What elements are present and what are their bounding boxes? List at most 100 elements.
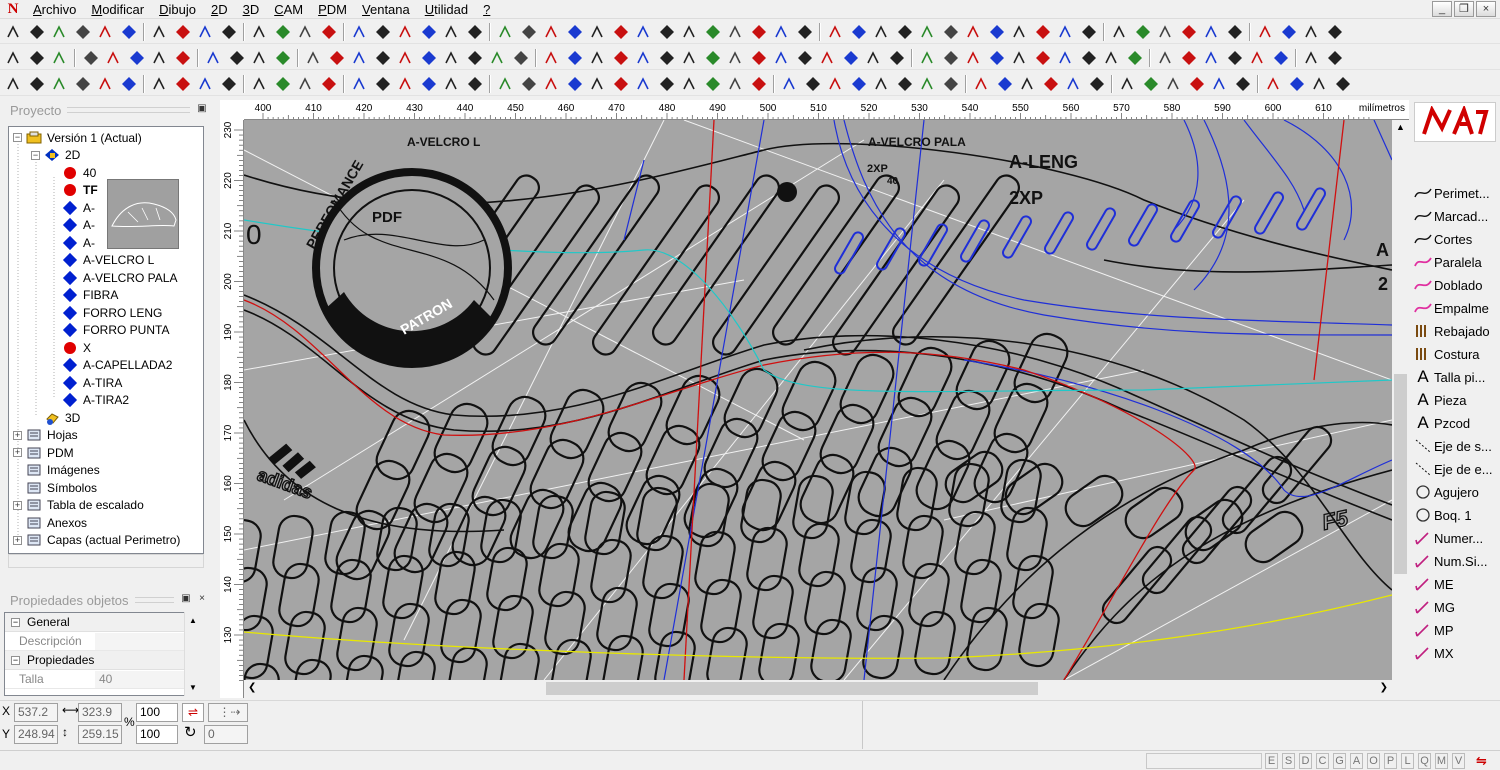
tb3-tool-16-icon[interactable] <box>394 73 417 95</box>
tb2-tool-50-icon[interactable] <box>1200 47 1223 69</box>
tb2-tool-25-icon[interactable] <box>609 47 632 69</box>
status-toggle[interactable]: O <box>1367 753 1380 769</box>
tb1-tool-19-icon[interactable] <box>463 21 486 43</box>
minimize-icon[interactable]: _ <box>1432 1 1452 17</box>
tree-item[interactable]: − 2D <box>31 147 80 165</box>
tb1-tool-28-icon[interactable] <box>678 21 701 43</box>
tb2-tool-8-icon[interactable] <box>202 47 225 69</box>
tb3-tool-33-icon[interactable] <box>801 73 824 95</box>
tb3-tool-8-icon[interactable] <box>194 73 217 95</box>
tree-item[interactable]: A- <box>49 217 95 235</box>
tb1-tool-3-icon[interactable] <box>71 21 94 43</box>
tree-item[interactable]: − Versión 1 (Actual) <box>13 129 142 147</box>
tb1-tool-38-icon[interactable] <box>916 21 939 43</box>
tb3-tool-1-icon[interactable] <box>25 73 48 95</box>
tb1-tool-53-icon[interactable] <box>1277 21 1300 43</box>
menu-item-9[interactable]: ? <box>476 0 498 19</box>
tb3-tool-11-icon[interactable] <box>271 73 294 95</box>
panel-pin-icon[interactable]: ▣ <box>180 594 192 606</box>
tb3-tool-25-icon[interactable] <box>609 73 632 95</box>
tb3-tool-41-icon[interactable] <box>993 73 1016 95</box>
tb1-tool-34-icon[interactable] <box>824 21 847 43</box>
tree-expander-icon[interactable]: + <box>13 500 22 510</box>
tb2-tool-9-icon[interactable] <box>225 47 248 69</box>
menu-item-0[interactable]: Archivo <box>26 0 84 19</box>
tb3-tool-36-icon[interactable] <box>870 73 893 95</box>
y-coordinate-field[interactable]: 248.94 <box>14 725 58 744</box>
tb2-tool-11-icon[interactable] <box>271 47 294 69</box>
tb1-tool-29-icon[interactable] <box>701 21 724 43</box>
status-toggle[interactable]: A <box>1350 753 1363 769</box>
tb1-tool-52-icon[interactable] <box>1254 21 1277 43</box>
tb2-tool-33-icon[interactable] <box>793 47 816 69</box>
tree-item[interactable]: A-CAPELLADA2 <box>49 357 172 375</box>
tool-item[interactable]: ME <box>1412 573 1500 595</box>
tb3-tool-47-icon[interactable] <box>1139 73 1162 95</box>
tb3-tool-55-icon[interactable] <box>1331 73 1354 95</box>
tb3-tool-23-icon[interactable] <box>563 73 586 95</box>
status-toggle[interactable]: L <box>1401 753 1414 769</box>
tb1-tool-7-icon[interactable] <box>171 21 194 43</box>
app-logo-icon[interactable]: N <box>0 0 26 19</box>
tb2-tool-29-icon[interactable] <box>701 47 724 69</box>
tb1-tool-35-icon[interactable] <box>847 21 870 43</box>
tree-item[interactable]: TF <box>49 182 98 200</box>
tb1-tool-1-icon[interactable] <box>25 21 48 43</box>
tb3-tool-43-icon[interactable] <box>1039 73 1062 95</box>
tb2-tool-27-icon[interactable] <box>655 47 678 69</box>
tb3-tool-10-icon[interactable] <box>248 73 271 95</box>
tb1-tool-24-icon[interactable] <box>586 21 609 43</box>
tb1-tool-39-icon[interactable] <box>939 21 962 43</box>
tb2-tool-17-icon[interactable] <box>417 47 440 69</box>
tb3-tool-3-icon[interactable] <box>71 73 94 95</box>
tb2-tool-45-icon[interactable] <box>1077 47 1100 69</box>
tb3-tool-13-icon[interactable] <box>317 73 340 95</box>
tb2-tool-40-icon[interactable] <box>962 47 985 69</box>
rotation-field[interactable]: 0 <box>204 725 248 744</box>
tb3-tool-37-icon[interactable] <box>893 73 916 95</box>
tb2-tool-13-icon[interactable] <box>325 47 348 69</box>
tb3-tool-35-icon[interactable] <box>847 73 870 95</box>
tree-item[interactable]: A-VELCRO L <box>49 252 154 270</box>
scroll-up-icon[interactable]: ▲ <box>1396 122 1405 132</box>
tb2-tool-37-icon[interactable] <box>885 47 908 69</box>
tool-item[interactable]: Cortes <box>1412 228 1500 250</box>
tb3-tool-39-icon[interactable] <box>939 73 962 95</box>
tool-item[interactable]: Boq. 1 <box>1412 504 1500 526</box>
tb3-tool-6-icon[interactable] <box>148 73 171 95</box>
tree-item[interactable]: + PDM <box>13 444 74 462</box>
tb2-tool-42-icon[interactable] <box>1008 47 1031 69</box>
tb2-tool-52-icon[interactable] <box>1246 47 1269 69</box>
tb2-tool-22-icon[interactable] <box>540 47 563 69</box>
tb2-tool-30-icon[interactable] <box>724 47 747 69</box>
tool-item[interactable]: Numer... <box>1412 527 1500 549</box>
scroll-up-icon[interactable]: ▲ <box>189 616 197 625</box>
canvas-horizontal-scrollbar[interactable]: ❮ ❯ <box>244 680 1392 697</box>
tb2-tool-26-icon[interactable] <box>632 47 655 69</box>
tb1-tool-4-icon[interactable] <box>94 21 117 43</box>
tb2-tool-51-icon[interactable] <box>1223 47 1246 69</box>
tb2-tool-47-icon[interactable] <box>1123 47 1146 69</box>
tb3-tool-30-icon[interactable] <box>724 73 747 95</box>
dx-field[interactable]: 323.9 <box>78 703 122 722</box>
scroll-down-icon[interactable]: ▼ <box>189 683 197 692</box>
scroll-left-icon[interactable]: ❮ <box>248 682 256 693</box>
tree-item[interactable]: Imágenes <box>13 462 100 480</box>
tb2-tool-28-icon[interactable] <box>678 47 701 69</box>
tb1-tool-15-icon[interactable] <box>371 21 394 43</box>
tb3-tool-42-icon[interactable] <box>1016 73 1039 95</box>
tb3-tool-14-icon[interactable] <box>348 73 371 95</box>
tb1-tool-36-icon[interactable] <box>870 21 893 43</box>
tb1-tool-40-icon[interactable] <box>962 21 985 43</box>
tb1-tool-43-icon[interactable] <box>1031 21 1054 43</box>
tb2-tool-10-icon[interactable] <box>248 47 271 69</box>
tb3-tool-22-icon[interactable] <box>540 73 563 95</box>
tb3-tool-17-icon[interactable] <box>417 73 440 95</box>
tree-item[interactable]: 40 <box>49 164 96 182</box>
tb2-tool-16-icon[interactable] <box>394 47 417 69</box>
tb2-tool-15-icon[interactable] <box>371 47 394 69</box>
tb3-tool-5-icon[interactable] <box>117 73 140 95</box>
tree-item[interactable]: FIBRA <box>49 287 118 305</box>
tb1-tool-5-icon[interactable] <box>117 21 140 43</box>
tb1-tool-55-icon[interactable] <box>1323 21 1346 43</box>
